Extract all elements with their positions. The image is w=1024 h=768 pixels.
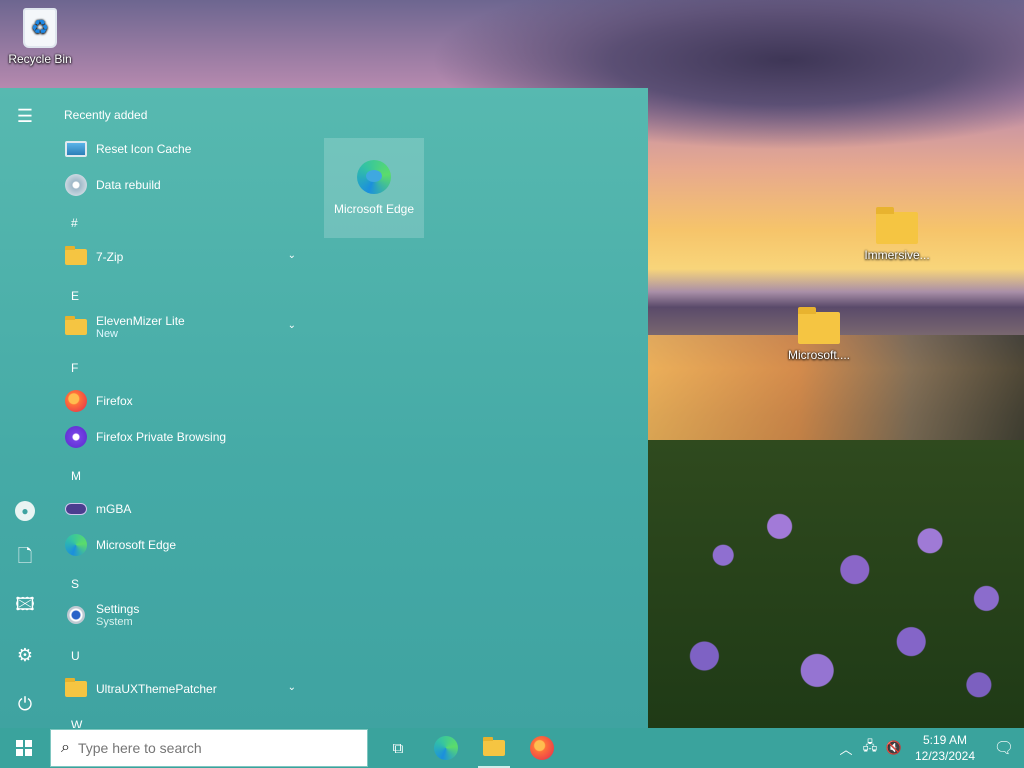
hamburger-icon: ☰: [16, 105, 34, 126]
pictures-button[interactable]: 🖾: [0, 587, 50, 627]
desktop-icon-label: Microsoft....: [787, 348, 850, 362]
taskbar: ⌕ ⧉ ︿ 🖧 🔇 5:19 AM 12/23/2024 🗨: [0, 728, 1024, 768]
power-button[interactable]: ⏻: [0, 684, 50, 724]
group-letter-f[interactable]: F: [71, 361, 78, 375]
user-icon: ●: [15, 501, 35, 521]
taskbar-file-explorer[interactable]: [470, 728, 518, 768]
app-label: Settings: [96, 602, 140, 616]
documents-button[interactable]: 🗋: [0, 539, 50, 579]
app-item-reset-icon-cache[interactable]: Reset Icon Cache: [50, 132, 308, 166]
app-list: Recently added Reset Icon Cache Data reb…: [50, 88, 310, 728]
group-letter-u[interactable]: U: [71, 649, 80, 663]
recently-added-heading: Recently added: [64, 108, 148, 122]
group-letter-s[interactable]: S: [71, 577, 79, 591]
settings-icon: [64, 603, 88, 627]
settings-button[interactable]: ⚙: [0, 635, 50, 675]
desktop-icon-label: Recycle Bin: [8, 52, 72, 66]
edge-icon: [357, 160, 391, 194]
tile-microsoft-edge[interactable]: Microsoft Edge: [324, 138, 424, 238]
group-letter-w[interactable]: W: [71, 718, 82, 728]
start-menu-rail: ☰ ● 🗋 🖾 ⚙ ⏻: [0, 88, 50, 728]
folder-icon: [64, 677, 88, 701]
notification-icon: 🗨: [993, 740, 1015, 757]
app-item-mgba[interactable]: mGBA: [50, 492, 308, 526]
app-item-firefox-private[interactable]: Firefox Private Browsing: [50, 420, 308, 454]
volume-muted-icon[interactable]: 🔇: [882, 740, 906, 756]
group-letter-m[interactable]: M: [71, 469, 81, 483]
taskbar-edge[interactable]: [422, 728, 470, 768]
app-label: UltraUXThemePatcher: [96, 682, 217, 696]
task-view-button[interactable]: ⧉: [374, 728, 422, 768]
clock[interactable]: 5:19 AM 12/23/2024: [906, 732, 984, 764]
edge-icon: [64, 533, 88, 557]
folder-icon: [798, 307, 840, 344]
recycle-bin-icon: ♻: [23, 8, 57, 48]
app-item-7zip[interactable]: 7-Zip ⌄: [50, 240, 308, 274]
app-item-microsoft-edge[interactable]: Microsoft Edge: [50, 528, 308, 562]
action-center-button[interactable]: 🗨: [984, 728, 1024, 768]
monitor-icon: [64, 137, 88, 161]
windows-logo-icon: [16, 740, 32, 756]
app-label: Firefox Private Browsing: [96, 430, 227, 444]
file-explorer-icon: [483, 737, 505, 756]
show-hidden-icons-chevron-icon[interactable]: ︿: [834, 739, 858, 758]
firefox-icon: [530, 736, 554, 760]
group-letter-e[interactable]: E: [71, 289, 79, 303]
app-item-settings[interactable]: Settings System: [50, 598, 308, 632]
document-icon: 🗋: [17, 546, 33, 566]
edge-icon: [434, 736, 458, 760]
clock-date: 12/23/2024: [914, 749, 976, 763]
desktop-icon-immersive-folder[interactable]: Immersive...: [857, 207, 937, 262]
tile-label: Microsoft Edge: [333, 202, 415, 216]
clock-time: 5:19 AM: [922, 733, 968, 747]
desktop-icon-microsoft-folder[interactable]: Microsoft....: [779, 307, 859, 362]
chevron-down-icon: ⌄: [287, 250, 296, 261]
task-view-icon: ⧉: [392, 739, 404, 757]
gear-icon: ⚙: [16, 644, 34, 665]
search-icon: ⌕: [61, 739, 70, 756]
new-badge: New: [96, 328, 119, 340]
taskbar-firefox[interactable]: [518, 728, 566, 768]
app-label: Firefox: [96, 394, 133, 408]
folder-icon: [64, 245, 88, 269]
chevron-down-icon: ⌄: [287, 320, 296, 331]
app-label: Data rebuild: [96, 178, 161, 192]
app-sublabel: System: [96, 616, 133, 628]
network-icon[interactable]: 🖧: [858, 737, 882, 759]
app-label: Microsoft Edge: [96, 538, 177, 552]
app-item-data-rebuild[interactable]: Data rebuild: [50, 168, 308, 202]
app-label: mGBA: [96, 502, 132, 516]
app-item-elevenmizer-lite[interactable]: ElevenMizer Lite New ⌄: [50, 310, 308, 344]
app-item-ultrauxthemepatcher[interactable]: UltraUXThemePatcher ⌄: [50, 672, 308, 706]
firefox-icon: [64, 389, 88, 413]
folder-icon: [64, 315, 88, 339]
system-tray: ︿ 🖧 🔇 5:19 AM 12/23/2024 🗨: [834, 728, 1024, 768]
group-letter-hash[interactable]: #: [71, 216, 78, 230]
app-label: Reset Icon Cache: [96, 142, 192, 156]
chevron-down-icon: ⌄: [287, 682, 296, 693]
wallpaper-flowers: [648, 440, 1024, 728]
power-icon: ⏻: [17, 693, 33, 714]
search-input[interactable]: [77, 740, 338, 756]
firefox-private-icon: [64, 425, 88, 449]
desktop-icon-recycle-bin[interactable]: ♻ Recycle Bin: [0, 8, 80, 66]
user-account-button[interactable]: ●: [0, 491, 50, 531]
app-label: 7-Zip: [96, 250, 124, 264]
desktop-icon-label: Immersive...: [864, 248, 930, 262]
app-item-firefox[interactable]: Firefox: [50, 384, 308, 418]
app-label: ElevenMizer Lite: [96, 314, 185, 328]
picture-icon: 🖾: [15, 594, 35, 614]
disc-icon: [64, 173, 88, 197]
taskbar-search-box[interactable]: ⌕: [50, 729, 368, 767]
start-menu: ☰ ● 🗋 🖾 ⚙ ⏻ Recently added Reset Icon Ca…: [0, 88, 648, 728]
gamepad-icon: [64, 497, 88, 521]
folder-icon: [876, 207, 918, 244]
start-button[interactable]: [0, 728, 48, 768]
expand-menu-button[interactable]: ☰: [0, 96, 50, 136]
